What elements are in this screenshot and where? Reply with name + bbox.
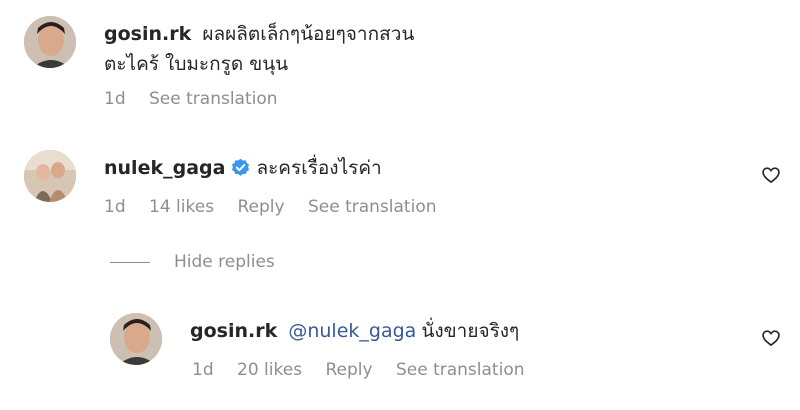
like-heart-icon[interactable] bbox=[761, 165, 781, 185]
hide-replies-button[interactable]: Hide replies bbox=[174, 252, 275, 272]
hide-replies-row[interactable]: Hide replies bbox=[110, 252, 275, 272]
comment-text: ผลผลิตเล็กๆน้อยๆจากสวน bbox=[202, 23, 415, 45]
comment-text: ละครเรื่องไรค่า bbox=[256, 157, 382, 179]
avatar-nulek-gaga[interactable] bbox=[24, 150, 76, 202]
comment-timestamp[interactable]: 1d bbox=[104, 197, 126, 217]
avatar-gosin-rk[interactable] bbox=[24, 16, 76, 68]
reply-timestamp[interactable]: 1d bbox=[192, 360, 214, 380]
see-translation-button[interactable]: See translation bbox=[308, 197, 437, 217]
avatar-image bbox=[24, 150, 76, 202]
likes-count[interactable]: 14 likes bbox=[149, 197, 214, 217]
comment-timestamp[interactable]: 1d bbox=[104, 89, 126, 109]
reply-button[interactable]: Reply bbox=[325, 360, 372, 380]
see-translation-button[interactable]: See translation bbox=[149, 89, 278, 109]
comment-username[interactable]: gosin.rk bbox=[104, 23, 191, 45]
reply-text: นั่งขายจริงๆ bbox=[421, 320, 520, 342]
replies-divider bbox=[110, 261, 150, 263]
avatar-image bbox=[110, 313, 162, 365]
avatar-gosin-rk[interactable] bbox=[110, 313, 162, 365]
reply-username[interactable]: gosin.rk bbox=[190, 320, 277, 342]
comment-text-continued: ตะไคร้ ใบมะกรูด ขนุน bbox=[104, 53, 289, 75]
comment-username[interactable]: nulek_gaga bbox=[104, 157, 225, 179]
likes-count[interactable]: 20 likes bbox=[237, 360, 302, 380]
see-translation-button[interactable]: See translation bbox=[396, 360, 525, 380]
reply-button[interactable]: Reply bbox=[237, 197, 284, 217]
reply-mention-link[interactable]: @nulek_gaga bbox=[288, 320, 416, 342]
verified-badge-icon bbox=[232, 158, 250, 176]
avatar-image bbox=[24, 16, 76, 68]
like-heart-icon[interactable] bbox=[761, 328, 781, 348]
